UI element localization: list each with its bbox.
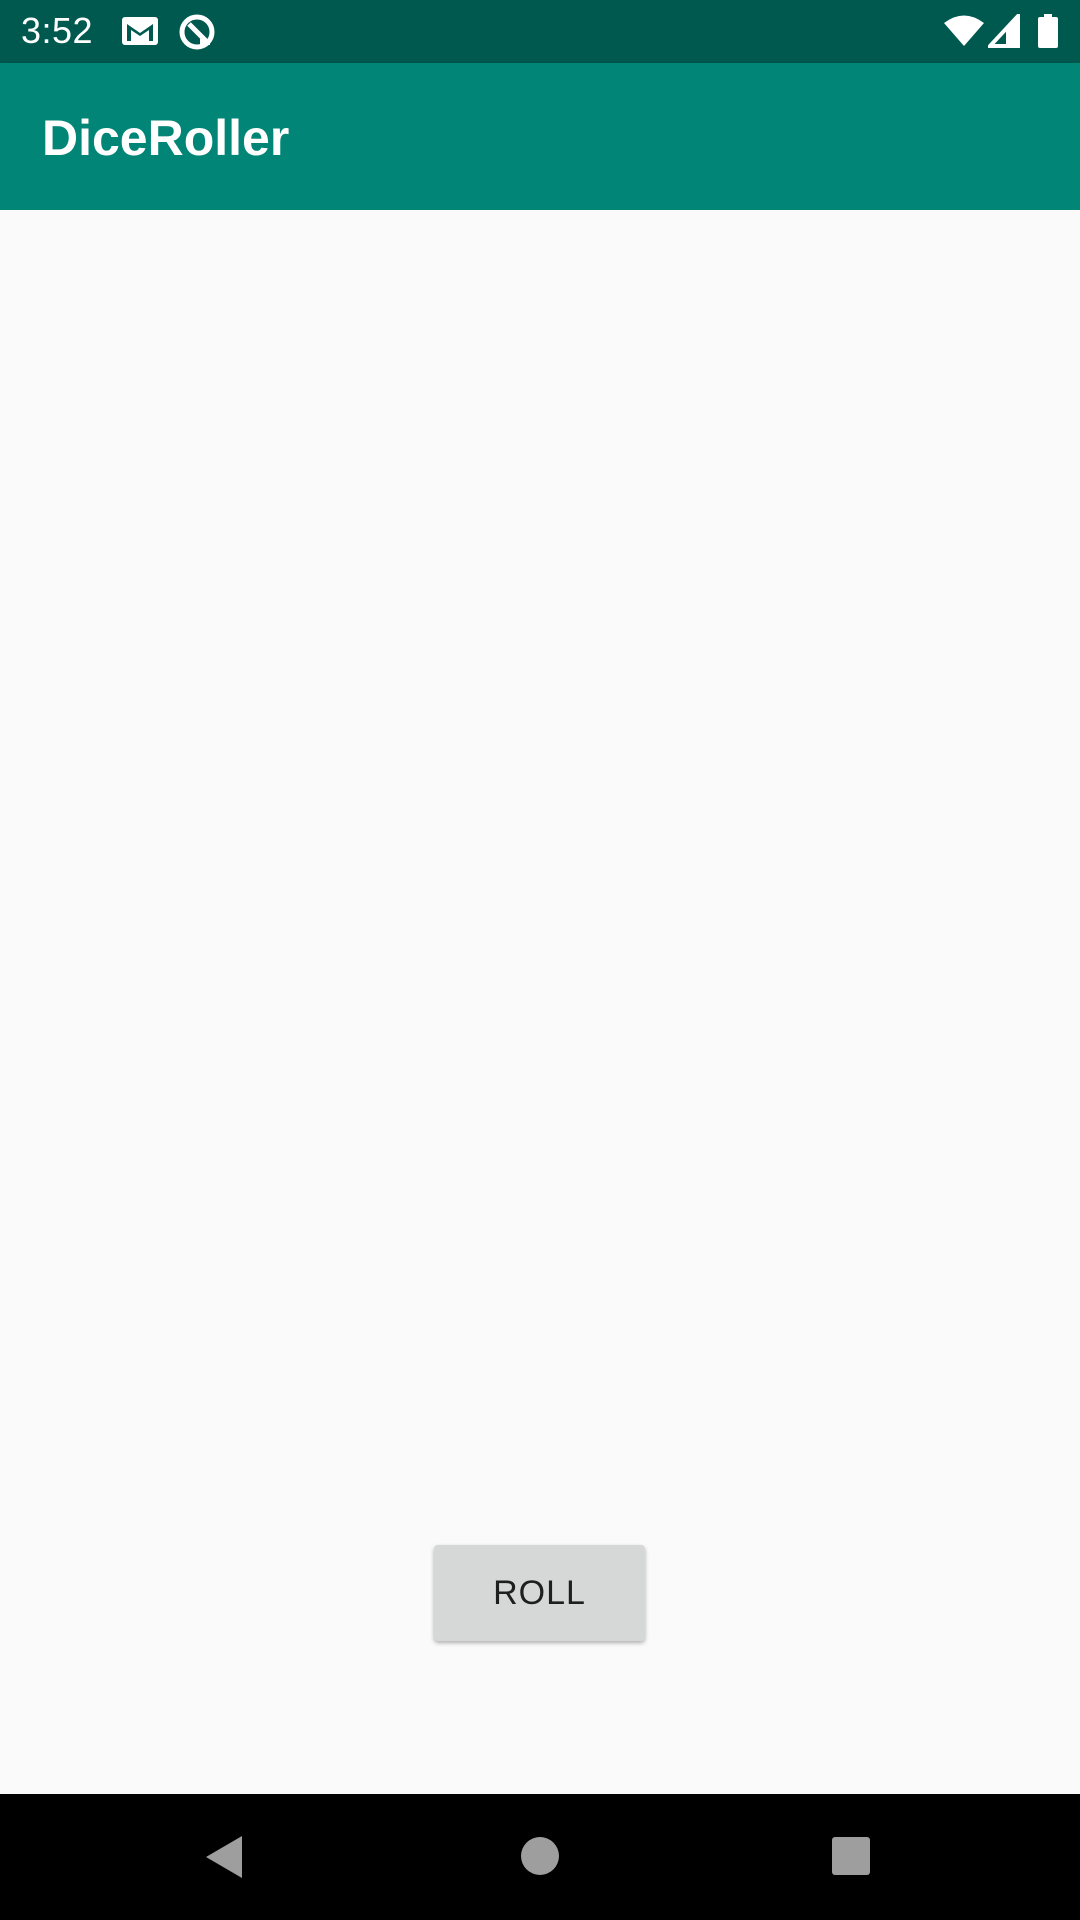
recents-icon[interactable] xyxy=(831,1836,871,1876)
signal-icon xyxy=(988,14,1020,48)
screen: 3:52 DiceRoller ROLL xyxy=(0,0,1080,1920)
main-content: ROLL xyxy=(0,210,1080,1794)
vpn-icon xyxy=(179,14,215,50)
gmail-icon xyxy=(122,17,158,45)
back-icon[interactable] xyxy=(204,1834,244,1880)
roll-button[interactable]: ROLL xyxy=(434,1545,645,1641)
nav-bar xyxy=(0,1794,1080,1920)
home-icon[interactable] xyxy=(520,1836,560,1876)
app-bar: DiceRoller xyxy=(0,63,1080,210)
status-bar: 3:52 xyxy=(0,0,1080,63)
app-title: DiceRoller xyxy=(42,110,290,166)
status-time: 3:52 xyxy=(21,10,94,51)
battery-icon xyxy=(1038,14,1058,48)
wifi-icon xyxy=(944,15,984,46)
